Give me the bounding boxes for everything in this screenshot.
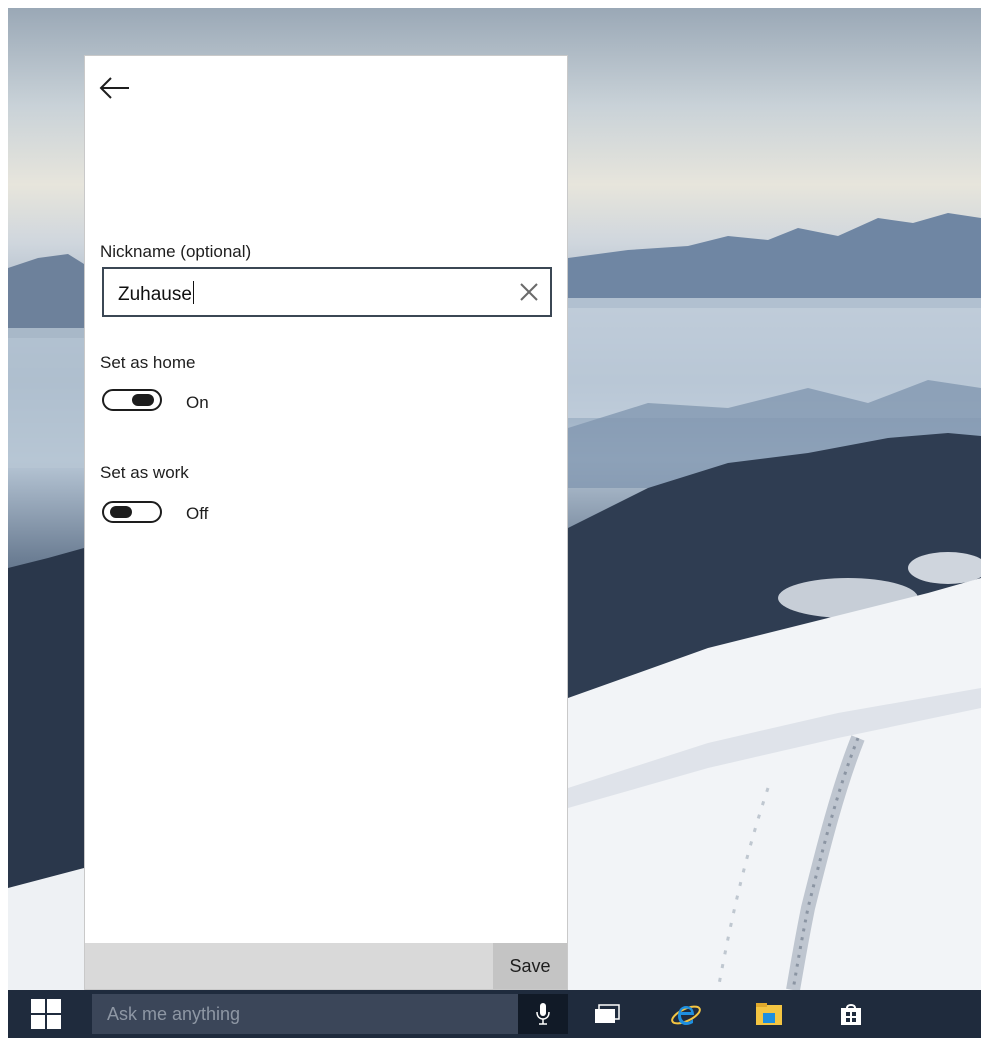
- work-toggle-thumb: [110, 506, 132, 518]
- cortana-search-box[interactable]: Ask me anything: [92, 994, 568, 1034]
- nickname-input[interactable]: Zuhause: [102, 267, 552, 317]
- task-view-icon: [595, 1004, 620, 1023]
- internet-explorer-icon: [671, 1005, 701, 1025]
- text-caret: [192, 281, 194, 304]
- microphone-button[interactable]: [518, 994, 568, 1034]
- store-icon: [841, 1004, 861, 1025]
- search-placeholder: Ask me anything: [107, 1004, 241, 1024]
- microphone-icon: [536, 1003, 550, 1025]
- cortana-panel: Nickname (optional) Zuhause Set as home …: [84, 55, 568, 990]
- clear-input-button[interactable]: [518, 281, 540, 303]
- nickname-label: Nickname (optional): [100, 242, 252, 261]
- panel-footer: Save: [85, 943, 567, 989]
- set-as-home-label: Set as home: [100, 353, 196, 372]
- work-toggle-state: Off: [186, 504, 209, 523]
- set-as-work-label: Set as work: [100, 463, 189, 482]
- task-view-button[interactable]: [590, 998, 622, 1030]
- start-button[interactable]: [8, 990, 84, 1038]
- save-button[interactable]: Save: [493, 943, 567, 989]
- back-arrow-icon: [99, 77, 129, 99]
- internet-explorer-button[interactable]: [670, 998, 702, 1030]
- file-explorer-button[interactable]: [753, 998, 785, 1030]
- back-button[interactable]: [97, 72, 133, 104]
- windows-logo-icon: [31, 999, 61, 1029]
- file-explorer-icon: [756, 1003, 782, 1025]
- clear-icon: [520, 283, 538, 301]
- nickname-value: Zuhause: [118, 284, 192, 305]
- nickname-value-wrap: Zuhause: [118, 281, 194, 306]
- taskbar: Ask me anything: [8, 990, 981, 1038]
- home-toggle-state: On: [186, 393, 209, 412]
- home-toggle-thumb: [132, 394, 154, 406]
- home-toggle[interactable]: [102, 389, 162, 411]
- store-button[interactable]: [835, 998, 867, 1030]
- work-toggle[interactable]: [102, 501, 162, 523]
